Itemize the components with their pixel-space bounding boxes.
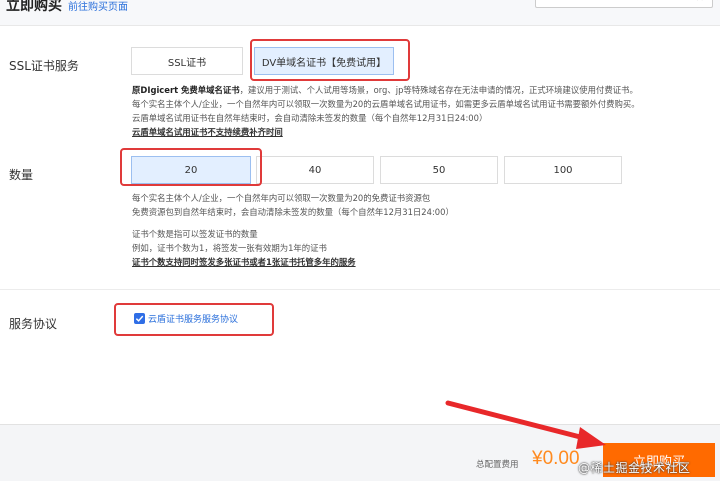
ssl-service-label: SSL证书服务	[9, 59, 79, 73]
quantity-note-2: 免费资源包到自然年结束时，会自动清除未签发的数量（每个自然年12月31日24:0…	[132, 207, 454, 217]
top-bar: 立即购买 前往购买页面 ✕	[0, 0, 720, 26]
option-ssl-cert[interactable]: SSL证书	[131, 47, 243, 75]
check-icon	[135, 315, 144, 322]
close-icon[interactable]: ✕	[696, 0, 704, 4]
purchase-page-link[interactable]: 前往购买页面	[68, 0, 128, 13]
quantity-option-100[interactable]: 100	[504, 156, 622, 184]
top-right-box[interactable]: ✕	[535, 0, 713, 8]
quantity-option-20[interactable]: 20	[131, 156, 251, 184]
ssl-note-4: 云盾单域名试用证书不支持续费补齐时间	[132, 127, 283, 137]
quantity-note-4: 例如，证书个数为1，将签发一张有效期为1年的证书	[132, 243, 327, 253]
option-dv-single-domain-free[interactable]: DV单域名证书【免费试用】	[254, 47, 394, 75]
page-title: 立即购买	[6, 0, 62, 14]
agreement-link[interactable]: 云盾证书服务服务协议	[148, 312, 238, 325]
section-divider	[0, 289, 720, 290]
quantity-option-50[interactable]: 50	[380, 156, 498, 184]
quantity-note-5: 证书个数支持同时签发多张证书或者1张证书托管多年的服务	[132, 257, 356, 267]
ssl-note-2: 每个实名主体个人/企业，一个自然年内可以领取一次数量为20的云盾单域名试用证书，…	[132, 99, 640, 109]
agreement-label: 服务协议	[9, 317, 58, 331]
quantity-option-40[interactable]: 40	[256, 156, 374, 184]
watermark: @稀土掘金技术社区	[578, 461, 691, 475]
red-arrow-icon	[445, 400, 606, 449]
ssl-note-3: 云盾单域名试用证书在自然年结束时，会自动清除未签发的数量（每个自然年12月31日…	[132, 113, 488, 123]
total-cost-label: 总配置费用	[476, 460, 519, 470]
quantity-note-3: 证书个数是指可以签发证书的数量	[132, 229, 258, 239]
ssl-note-1: 原DIgicert 免费单域名证书，建议用于测试、个人试用等场景，org、jp等…	[132, 85, 638, 95]
quantity-note-1: 每个实名主体个人/企业，一个自然年内可以领取一次数量为20的免费证书资源包	[132, 193, 431, 203]
agreement-checkbox[interactable]	[134, 313, 145, 324]
quantity-label: 数量	[9, 168, 34, 182]
